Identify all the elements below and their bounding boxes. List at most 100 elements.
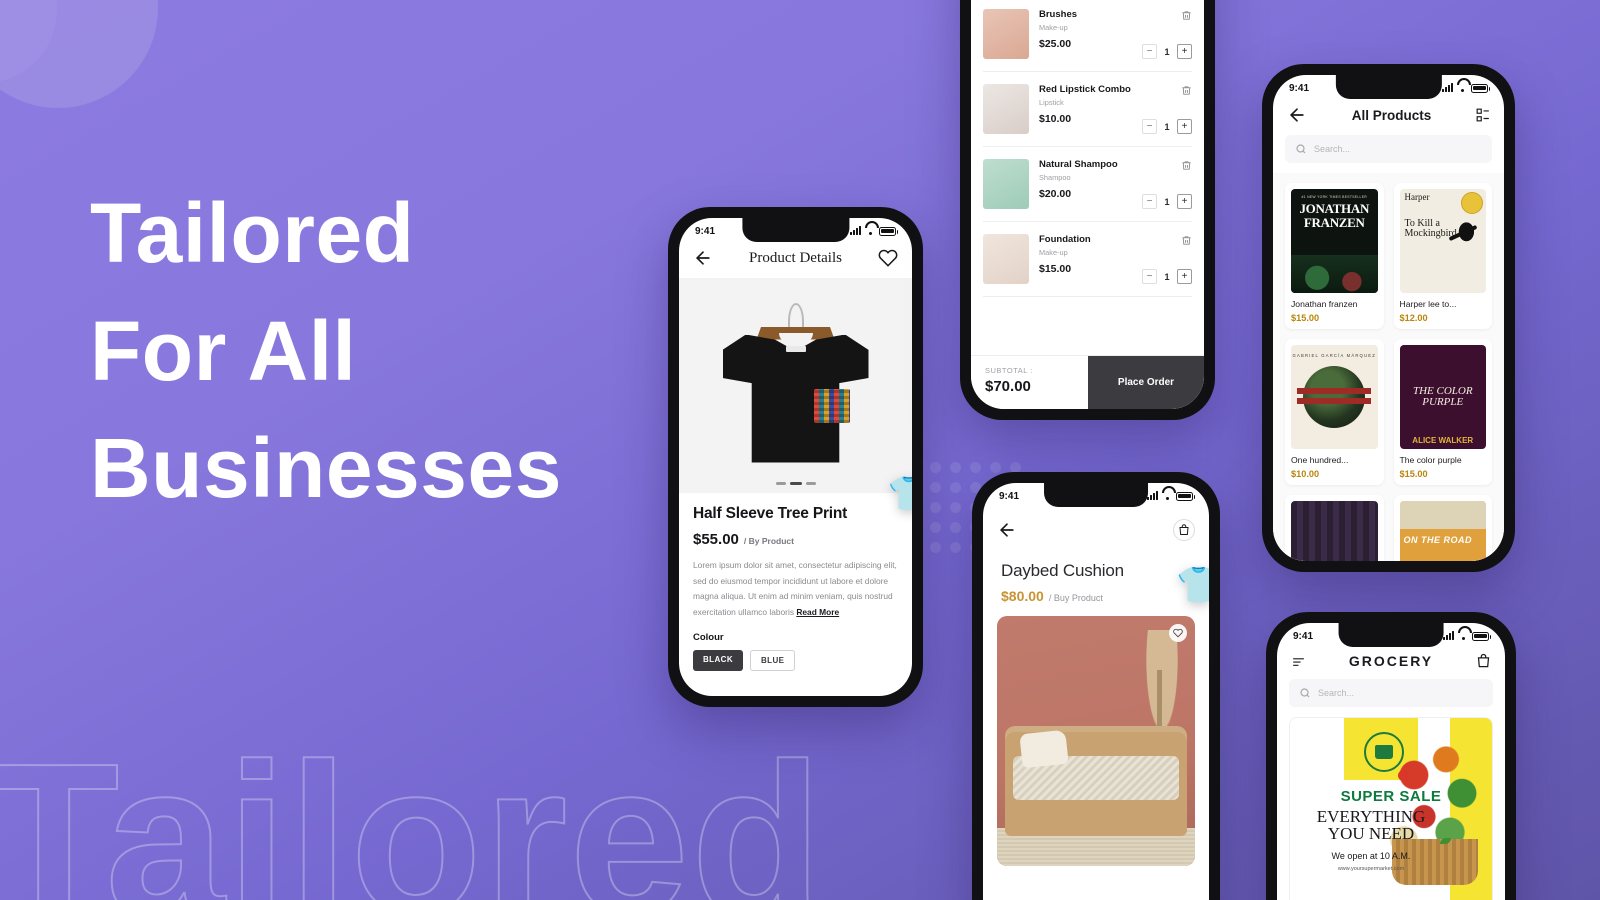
product-card[interactable]	[1285, 495, 1384, 561]
daybed-appbar	[983, 509, 1209, 551]
read-more-link[interactable]: Read More	[796, 607, 839, 617]
search-icon	[1295, 143, 1307, 155]
cart-row[interactable]: Foundation Make-up $15.00 − 1 +	[983, 222, 1192, 297]
phone-shopping-cart: Brushes Make-up $25.00 − 1 + Red Lipstic…	[960, 0, 1215, 420]
tshirt-product-image	[720, 301, 872, 471]
status-time: 9:41	[999, 490, 1020, 502]
cart-item-name: Red Lipstick Combo	[1039, 84, 1131, 95]
product-image-carousel[interactable]	[679, 278, 912, 493]
cart-item-info: Foundation Make-up $15.00	[1039, 234, 1132, 275]
quantity-decrease-button[interactable]: −	[1142, 119, 1157, 134]
product-card[interactable]: GABRIEL GARCÍA MÁRQUEZ One hundred... $1…	[1285, 339, 1384, 485]
cart-item-info: Natural Shampoo Shampoo $20.00	[1039, 159, 1132, 200]
headline-line-2: For All	[90, 303, 357, 398]
cart-item-name: Foundation	[1039, 234, 1091, 245]
quantity-increase-button[interactable]: +	[1177, 44, 1192, 59]
cover-band-one	[1297, 387, 1372, 394]
page-title: Product Details	[749, 249, 842, 266]
arrow-left-icon[interactable]	[1287, 105, 1307, 125]
arrow-left-icon[interactable]	[693, 248, 713, 268]
product-title: The color purple	[1399, 455, 1462, 465]
search-input[interactable]: Search...	[1285, 135, 1492, 163]
product-price: $15.00	[1291, 313, 1320, 323]
battery-icon	[1471, 83, 1490, 93]
place-order-button[interactable]: Place Order	[1088, 356, 1204, 409]
status-icons	[1442, 83, 1490, 93]
wifi-icon	[865, 227, 875, 235]
search-input[interactable]: Search...	[1289, 679, 1493, 707]
promo-canvas: Tailored For All Businesses Tailored 9:4…	[0, 0, 1600, 900]
product-card[interactable]: #1 NEW YORK TIMES BESTSELLER JONATHAN FR…	[1285, 183, 1384, 329]
wifi-icon	[1458, 632, 1468, 640]
heart-icon[interactable]	[878, 248, 898, 268]
product-price-row: $55.00 / By Product	[693, 531, 898, 548]
trash-icon[interactable]	[1181, 159, 1192, 172]
product-card[interactable]: ON THE ROAD	[1393, 495, 1492, 561]
quantity-increase-button[interactable]: +	[1177, 119, 1192, 134]
quantity-decrease-button[interactable]: −	[1142, 194, 1157, 209]
product-photo[interactable]	[997, 616, 1195, 866]
basket-image	[1392, 839, 1478, 885]
quantity-decrease-button[interactable]: −	[1142, 269, 1157, 284]
cart-row[interactable]: Brushes Make-up $25.00 − 1 +	[983, 0, 1192, 72]
search-placeholder: Search...	[1318, 688, 1355, 698]
colour-swatch-black[interactable]: BLACK	[693, 650, 743, 672]
quantity-increase-button[interactable]: +	[1177, 269, 1192, 284]
quantity-stepper[interactable]: − 1 +	[1142, 119, 1192, 134]
subtotal-label: SUBTOTAL :	[985, 366, 1033, 375]
quantity-stepper[interactable]: − 1 +	[1142, 194, 1192, 209]
arrow-left-icon[interactable]	[997, 520, 1017, 540]
shopping-bag-icon[interactable]	[1173, 519, 1195, 541]
cart-item-category: Lipstick	[1039, 98, 1064, 107]
battery-icon	[879, 226, 898, 236]
product-title: Harper lee to...	[1399, 299, 1457, 309]
cart-screen: Brushes Make-up $25.00 − 1 + Red Lipstic…	[971, 0, 1204, 409]
heart-icon[interactable]	[1169, 624, 1187, 642]
cart-item-category: Make-up	[1039, 248, 1068, 257]
carousel-dot[interactable]	[805, 482, 816, 485]
page-title: All Products	[1351, 107, 1432, 123]
quantity-stepper[interactable]: − 1 +	[1142, 44, 1192, 59]
grid-toggle-icon[interactable]	[1476, 108, 1490, 122]
hamburger-menu-icon[interactable]	[1291, 655, 1306, 668]
cart-row[interactable]: Red Lipstick Combo Lipstick $10.00 − 1 +	[983, 72, 1192, 147]
phone-grocery: 9:41 GROCERY Search... SUPER SALE EVERYT…	[1266, 612, 1516, 900]
shopping-bag-icon[interactable]	[1476, 653, 1491, 669]
product-price: $15.00	[1399, 469, 1428, 479]
wifi-icon	[1457, 84, 1467, 92]
cart-item-thumbnail	[983, 9, 1029, 59]
product-name: Daybed Cushion	[1001, 561, 1124, 580]
shirt-collar	[778, 332, 813, 343]
quantity-value: 1	[1164, 271, 1170, 282]
trash-icon[interactable]	[1181, 234, 1192, 247]
headline-line-3: Businesses	[90, 421, 562, 516]
quantity-increase-button[interactable]: +	[1177, 194, 1192, 209]
product-grid: #1 NEW YORK TIMES BESTSELLER JONATHAN FR…	[1273, 173, 1504, 561]
status-icons	[1443, 631, 1491, 641]
status-time: 9:41	[1293, 630, 1314, 642]
cart-item-thumbnail	[983, 159, 1029, 209]
all-products-appbar: All Products	[1273, 101, 1504, 135]
product-description: Lorem ipsum dolor sit amet, consectetur …	[693, 558, 898, 620]
hero-headline: Tailored For All Businesses	[90, 175, 562, 528]
product-card[interactable]: THE COLOR PURPLE ALICE WALKER The color …	[1393, 339, 1492, 485]
status-icons	[850, 226, 898, 236]
promo-banner[interactable]: SUPER SALE EVERYTHING YOU NEED We open a…	[1289, 717, 1493, 900]
quantity-stepper[interactable]: − 1 +	[1142, 269, 1192, 284]
shirt-printed-pocket	[813, 388, 850, 423]
product-price: $55.00	[693, 531, 739, 548]
carousel-dot[interactable]	[775, 482, 786, 485]
quantity-decrease-button[interactable]: −	[1142, 44, 1157, 59]
cart-row[interactable]: Natural Shampoo Shampoo $20.00 − 1 +	[983, 147, 1192, 222]
cart-item-price: $10.00	[1039, 113, 1072, 125]
product-card[interactable]: Harper To Kill a Mockingbird Harper lee …	[1393, 183, 1492, 329]
colour-swatch-group[interactable]: BLACK BLUE	[693, 650, 898, 672]
product-price: $80.00	[1001, 588, 1044, 604]
trash-icon[interactable]	[1181, 84, 1192, 97]
carousel-indicators[interactable]	[775, 482, 816, 485]
trash-icon[interactable]	[1181, 9, 1192, 22]
cart-item-category: Make-up	[1039, 23, 1068, 32]
cart-item-thumbnail	[983, 234, 1029, 284]
carousel-dot-active[interactable]	[789, 482, 802, 485]
colour-swatch-blue[interactable]: BLUE	[750, 650, 796, 672]
